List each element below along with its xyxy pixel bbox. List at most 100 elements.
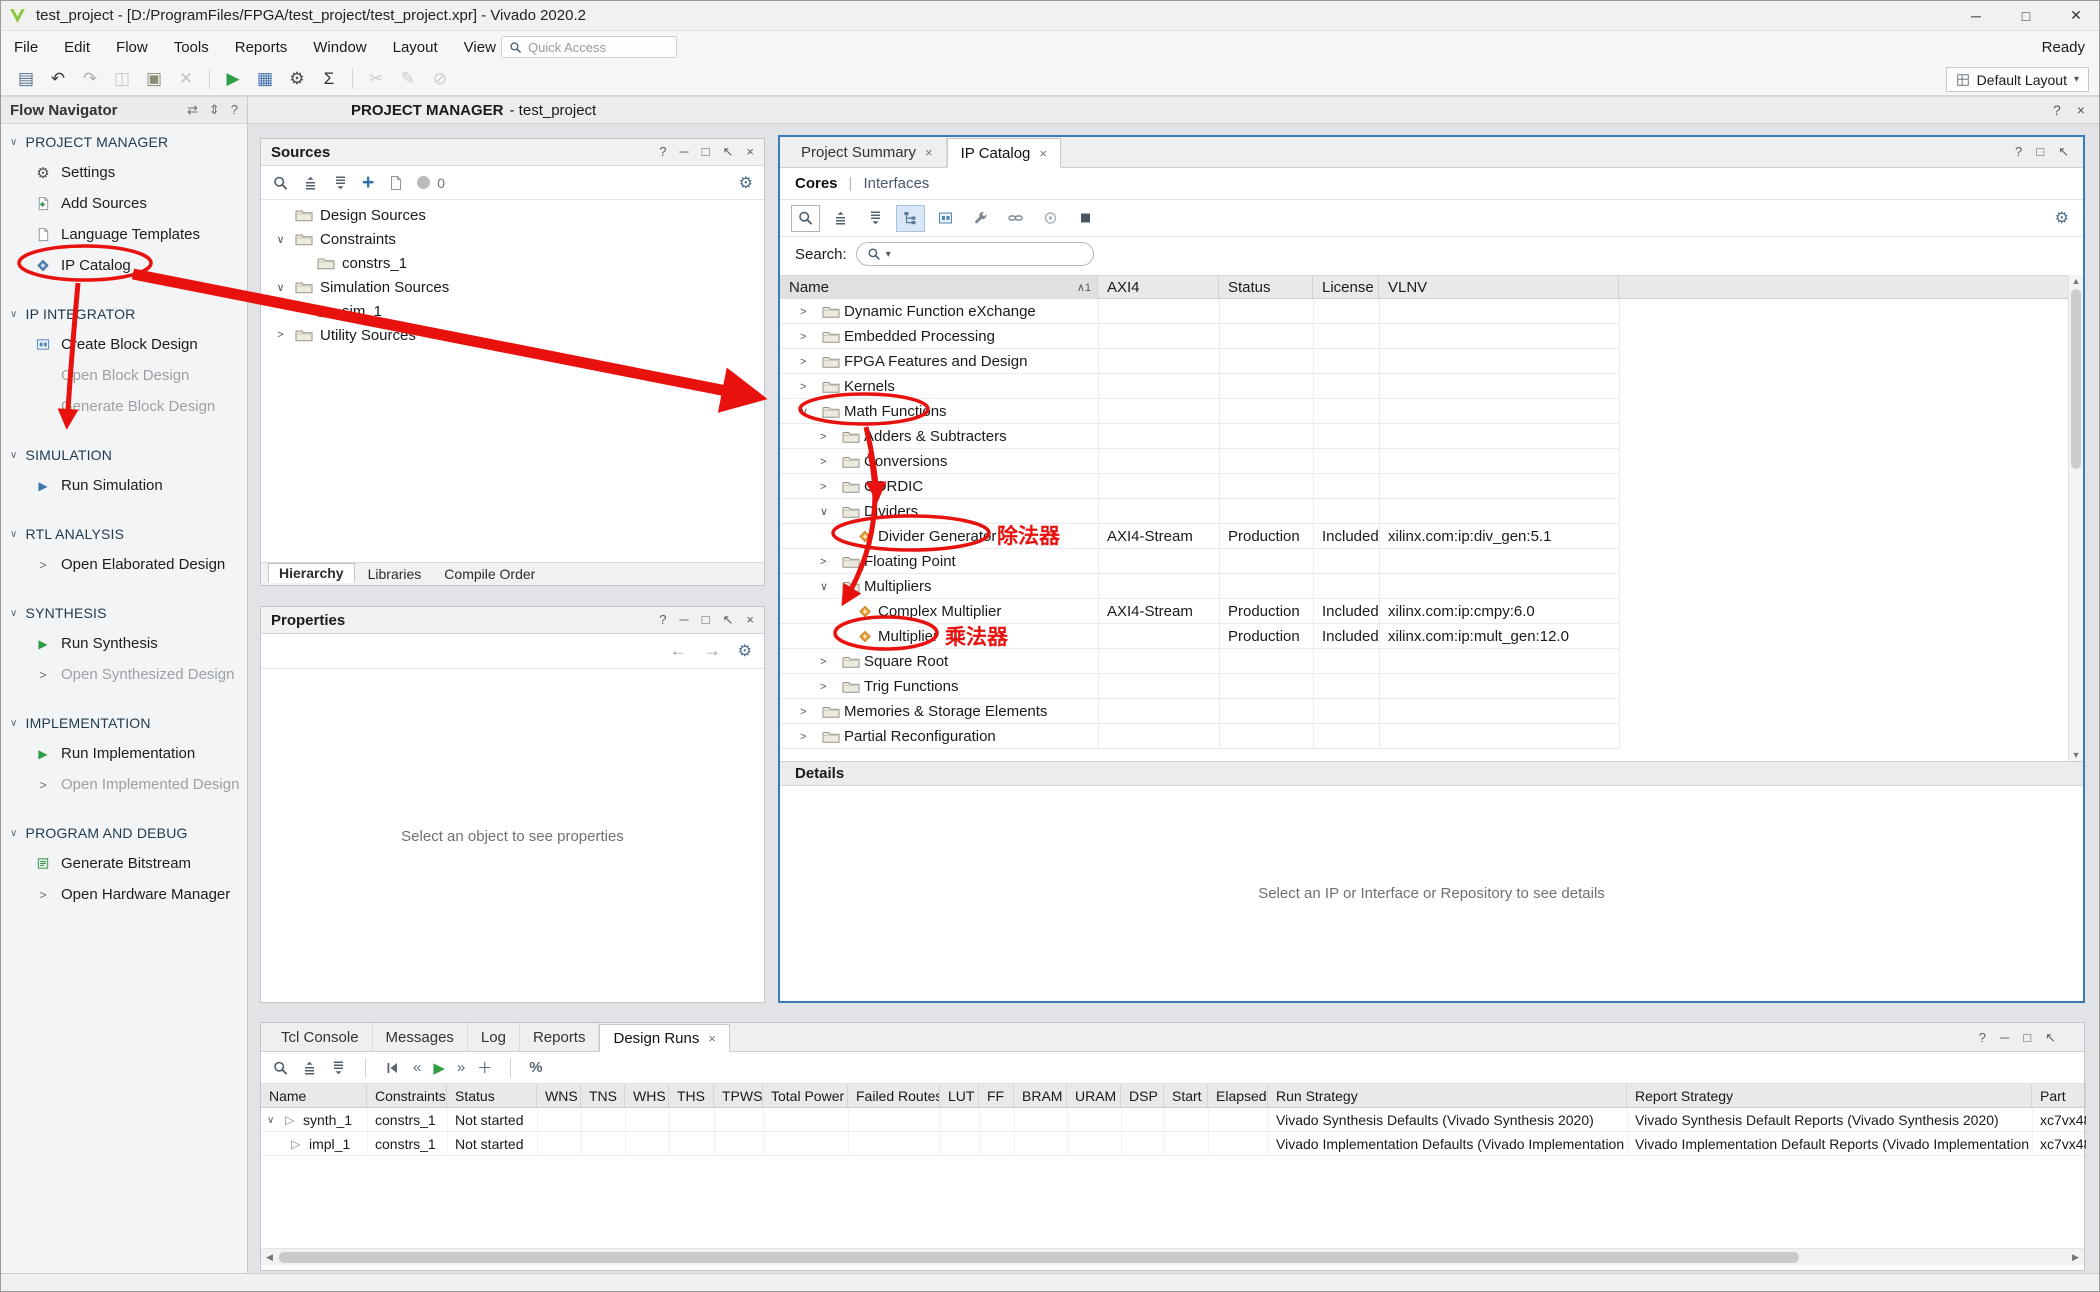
runs-column-header-wns[interactable]: WNS xyxy=(537,1084,581,1107)
flownav-item-ip-catalog[interactable]: IP Catalog xyxy=(1,250,247,281)
ip-column-header-license[interactable]: License xyxy=(1313,276,1379,299)
flownav-item-run-implementation[interactable]: ▶Run Implementation xyxy=(1,738,247,769)
source-tree-item-simulation-sources[interactable]: ∨Simulation Sources xyxy=(261,275,764,299)
chevron-right-icon[interactable]: > xyxy=(820,549,826,574)
close-icon[interactable]: × xyxy=(708,1031,716,1046)
settings-gear-icon[interactable]: ⚙ xyxy=(282,66,312,92)
help-icon[interactable]: ? xyxy=(659,612,666,628)
runs-column-header-name[interactable]: Name xyxy=(261,1084,367,1107)
target-icon[interactable] xyxy=(1036,205,1065,232)
tab-ip-catalog[interactable]: IP Catalog × xyxy=(947,138,1061,168)
runs-column-header-bram[interactable]: BRAM xyxy=(1014,1084,1067,1107)
window-maximize-button[interactable]: □ xyxy=(2001,1,2051,30)
ip-column-header-vlnv[interactable]: VLNV xyxy=(1379,276,1619,299)
flow-section-header-rtl-analysis[interactable]: ∨RTL ANALYSIS xyxy=(1,519,247,549)
ip-row-square-root[interactable]: >Square Root xyxy=(780,649,1619,674)
menu-item-tools[interactable]: Tools xyxy=(161,31,222,63)
maximize-icon[interactable]: □ xyxy=(702,144,710,160)
search-icon[interactable] xyxy=(272,1060,289,1076)
runs-column-header-run-strategy[interactable]: Run Strategy xyxy=(1268,1084,1627,1107)
scroll-right-icon[interactable]: ▶ xyxy=(2067,1249,2084,1265)
maximize-icon[interactable]: □ xyxy=(702,612,710,628)
close-icon[interactable]: × xyxy=(2077,102,2085,118)
runs-column-header-constraints[interactable]: Constraints xyxy=(367,1084,447,1107)
flownav-item-open-hardware-manager[interactable]: >Open Hardware Manager xyxy=(1,879,247,910)
flownav-item-run-synthesis[interactable]: ▶Run Synthesis xyxy=(1,628,247,659)
help-icon[interactable]: ? xyxy=(2015,144,2022,160)
float-icon[interactable]: ↖ xyxy=(723,612,734,628)
runs-column-header-status[interactable]: Status xyxy=(447,1084,537,1107)
scrollbar-thumb[interactable] xyxy=(2071,289,2081,469)
chevron-down-icon[interactable]: ∨ xyxy=(267,1108,274,1132)
save-file-icon[interactable]: ▤ xyxy=(11,66,41,92)
chevron-right-icon[interactable]: > xyxy=(800,299,806,324)
help-icon[interactable]: ? xyxy=(659,144,666,160)
ip-row-cordic[interactable]: >CORDIC xyxy=(780,474,1619,499)
runs-column-header-dsp[interactable]: DSP xyxy=(1121,1084,1164,1107)
ip-row-memories-storage-elements[interactable]: >Memories & Storage Elements xyxy=(780,699,1619,724)
close-icon[interactable]: × xyxy=(746,144,754,160)
quick-access-input[interactable]: Quick Access xyxy=(501,36,677,58)
swap-icon[interactable]: ⇄ xyxy=(187,102,198,118)
chevron-right-icon[interactable]: > xyxy=(800,699,806,724)
bottom-tab-messages[interactable]: Messages xyxy=(373,1023,468,1051)
source-tree-item-utility-sources[interactable]: >Utility Sources xyxy=(261,323,764,347)
ip-row-divider-generator[interactable]: Divider GeneratorAXI4-StreamProductionIn… xyxy=(780,524,1619,549)
runs-column-header-start[interactable]: Start xyxy=(1164,1084,1208,1107)
chevron-right-icon[interactable]: > xyxy=(820,449,826,474)
bottom-tab-design-runs[interactable]: Design Runs× xyxy=(599,1024,729,1052)
link-icon[interactable] xyxy=(1001,205,1030,232)
flow-section-header-ip-integrator[interactable]: ∨IP INTEGRATOR xyxy=(1,299,247,329)
resize-icon[interactable]: ⇕ xyxy=(209,102,220,118)
ip-row-dividers[interactable]: ∨Dividers xyxy=(780,499,1619,524)
details-header[interactable]: Details xyxy=(780,761,2083,786)
scroll-up-icon[interactable]: ▲ xyxy=(2069,276,2083,286)
flownav-item-add-sources[interactable]: Add Sources xyxy=(1,188,247,219)
ip-row-partial-reconfiguration[interactable]: >Partial Reconfiguration xyxy=(780,724,1619,749)
design-run-row-synth-1[interactable]: ∨▷synth_1constrs_1Not startedVivado Synt… xyxy=(261,1108,2084,1132)
bottom-tab-reports[interactable]: Reports xyxy=(520,1023,600,1051)
settings-gear-icon[interactable]: ⚙ xyxy=(2055,208,2069,228)
stop-icon[interactable] xyxy=(1071,205,1100,232)
expand-all-icon[interactable] xyxy=(332,175,349,191)
float-icon[interactable]: ↖ xyxy=(2058,144,2069,160)
chevron-down-icon[interactable]: ∨ xyxy=(820,499,828,524)
runs-column-header-report-strategy[interactable]: Report Strategy xyxy=(1627,1084,2032,1107)
bottom-tab-tcl-console[interactable]: Tcl Console xyxy=(268,1023,373,1051)
flownav-item-run-simulation[interactable]: ▶Run Simulation xyxy=(1,470,247,501)
customize-ip-icon[interactable] xyxy=(966,205,995,232)
close-icon[interactable]: × xyxy=(925,145,933,160)
menu-item-layout[interactable]: Layout xyxy=(380,31,451,63)
ip-search-input[interactable]: ▾ xyxy=(856,242,1094,266)
settings-gear-icon[interactable]: ⚙ xyxy=(739,173,753,193)
flownav-item-language-templates[interactable]: Language Templates xyxy=(1,219,247,250)
runs-column-header-part[interactable]: Part xyxy=(2032,1084,2086,1107)
ip-row-kernels[interactable]: >Kernels xyxy=(780,374,1619,399)
add-sources-icon[interactable]: + xyxy=(362,175,374,191)
runs-column-header-lut[interactable]: LUT xyxy=(940,1084,979,1107)
undo-icon[interactable]: ↶ xyxy=(43,66,73,92)
bottom-tab-log[interactable]: Log xyxy=(468,1023,520,1051)
runs-column-header-total-power[interactable]: Total Power xyxy=(763,1084,848,1107)
ip-row-embedded-processing[interactable]: >Embedded Processing xyxy=(780,324,1619,349)
back-arrow-icon[interactable]: ← xyxy=(670,641,687,661)
paste-icon[interactable]: ▣ xyxy=(139,66,169,92)
window-minimize-button[interactable]: ─ xyxy=(1951,1,2001,30)
flow-section-header-simulation[interactable]: ∨SIMULATION xyxy=(1,440,247,470)
ip-row-math-functions[interactable]: ∨Math Functions xyxy=(780,399,1619,424)
chevron-right-icon[interactable]: > xyxy=(800,349,806,374)
chevron-right-icon[interactable]: > xyxy=(800,724,806,749)
search-icon[interactable] xyxy=(791,205,820,232)
menu-item-reports[interactable]: Reports xyxy=(222,31,301,63)
report-sigma-icon[interactable]: Σ xyxy=(314,66,344,92)
help-icon[interactable]: ? xyxy=(2053,102,2061,118)
ip-column-header-axi4[interactable]: AXI4 xyxy=(1098,276,1219,299)
float-icon[interactable]: ↖ xyxy=(723,144,734,160)
ip-row-trig-functions[interactable]: >Trig Functions xyxy=(780,674,1619,699)
horizontal-scrollbar[interactable]: ◀ ▶ xyxy=(261,1248,2084,1265)
vertical-scrollbar[interactable]: ▲ ▼ xyxy=(2068,275,2083,761)
subtab-interfaces[interactable]: Interfaces xyxy=(863,175,929,192)
close-icon[interactable]: × xyxy=(1039,146,1047,161)
help-icon[interactable]: ? xyxy=(1979,1030,1986,1046)
minimize-icon[interactable]: ─ xyxy=(679,144,688,160)
